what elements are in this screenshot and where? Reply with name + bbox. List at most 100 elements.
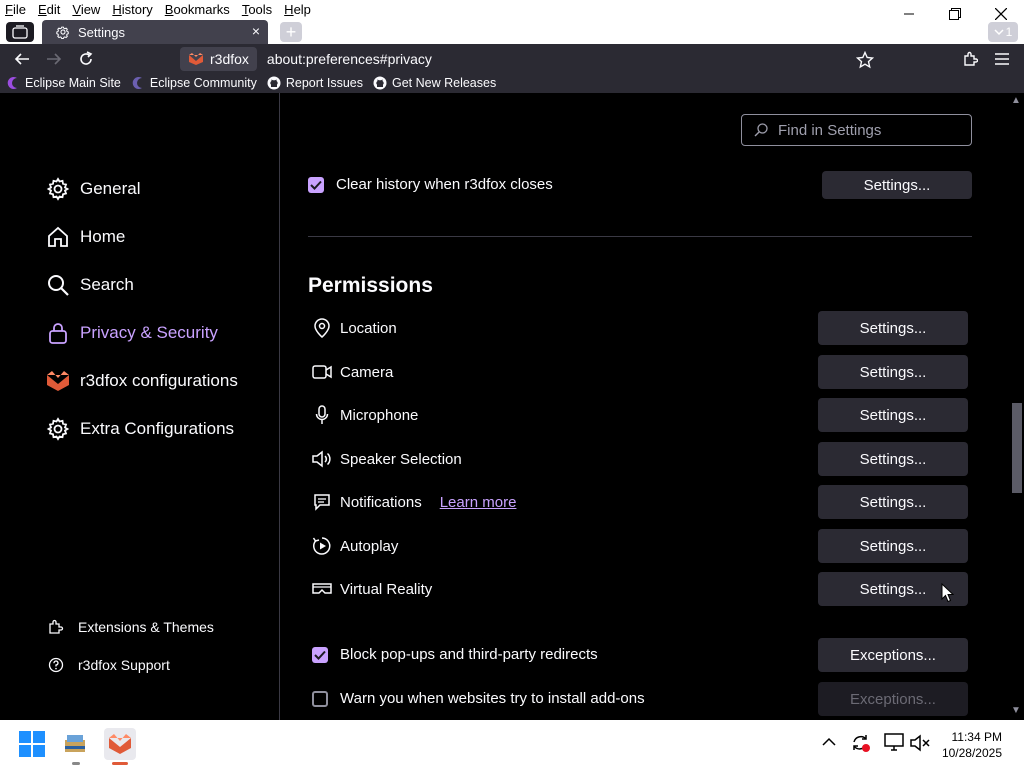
r3dfox-logo-icon bbox=[46, 369, 70, 393]
notification-icon bbox=[312, 492, 332, 512]
permission-row-speaker-selection: Speaker Selection bbox=[312, 449, 462, 469]
show-hidden-icons-button[interactable] bbox=[822, 734, 836, 752]
tab-settings[interactable]: Settings × bbox=[42, 20, 268, 44]
tray-display-icon[interactable] bbox=[884, 733, 904, 756]
menu-history[interactable]: History bbox=[106, 0, 158, 20]
tab-list-icon bbox=[12, 25, 28, 39]
checkmark-icon bbox=[314, 650, 326, 660]
speaker-selection-settings-button[interactable]: Settings... bbox=[818, 442, 968, 476]
minimize-button[interactable] bbox=[886, 0, 932, 28]
microphone-icon bbox=[312, 405, 332, 425]
autoplay-icon bbox=[312, 536, 332, 556]
restore-button[interactable] bbox=[932, 0, 978, 28]
hamburger-menu-icon bbox=[995, 53, 1009, 65]
block-popups-checkbox[interactable] bbox=[312, 646, 328, 663]
clock-date: 10/28/2025 bbox=[941, 746, 1002, 760]
scroll-up-arrow-icon[interactable]: ▲ bbox=[1011, 95, 1021, 106]
identity-box[interactable]: r3dfox bbox=[180, 47, 257, 71]
menu-file[interactable]: File bbox=[0, 0, 32, 20]
sidebar-extensions-themes-link[interactable]: Extensions & Themes bbox=[48, 619, 214, 635]
sidebar-item-r3dfox-configurations[interactable]: r3dfox configurations bbox=[46, 369, 238, 393]
checkmark-icon bbox=[310, 180, 322, 190]
menu-help[interactable]: Help bbox=[278, 0, 317, 20]
bookmark-eclipse-community[interactable]: Eclipse Community bbox=[131, 76, 257, 90]
camera-settings-button[interactable]: Settings... bbox=[818, 355, 968, 389]
title-bar: File Edit View History Bookmarks Tools H… bbox=[0, 0, 1024, 44]
notifications-learn-more-link[interactable]: Learn more bbox=[440, 494, 517, 511]
back-button[interactable] bbox=[10, 47, 34, 71]
back-arrow-icon bbox=[14, 53, 29, 65]
clear-history-checkbox[interactable] bbox=[308, 176, 324, 193]
gear-icon bbox=[46, 417, 70, 441]
bookmark-get-new-releases[interactable]: Get New Releases bbox=[373, 76, 496, 90]
block-popups-label: Block pop-ups and third-party redirects bbox=[340, 646, 598, 663]
eclipse-logo-icon bbox=[7, 77, 18, 89]
monitor-icon bbox=[884, 733, 904, 751]
menu-tools[interactable]: Tools bbox=[236, 0, 278, 20]
restore-icon bbox=[949, 8, 961, 20]
scroll-thumb[interactable] bbox=[1012, 403, 1022, 493]
sidebar-item-search[interactable]: Search bbox=[46, 273, 134, 297]
sidebar-item-general[interactable]: General bbox=[46, 177, 140, 201]
help-icon bbox=[48, 657, 64, 673]
scroll-down-arrow-icon[interactable]: ▼ bbox=[1011, 705, 1021, 716]
list-all-tabs-button[interactable]: 1 bbox=[988, 22, 1018, 42]
bookmark-star-button[interactable] bbox=[853, 48, 877, 72]
r3dfox-logo-icon bbox=[109, 734, 131, 754]
firefox-view-button[interactable] bbox=[6, 22, 34, 42]
lock-icon bbox=[46, 321, 70, 345]
start-button[interactable] bbox=[16, 728, 48, 760]
tray-sync-icon[interactable] bbox=[851, 733, 871, 758]
block-popups-row: Block pop-ups and third-party redirects bbox=[312, 646, 598, 663]
sidebar-item-home[interactable]: Home bbox=[46, 225, 125, 249]
notifications-settings-button[interactable]: Settings... bbox=[818, 485, 968, 519]
star-icon bbox=[856, 51, 874, 69]
url-bar[interactable]: r3dfox about:preferences#privacy bbox=[180, 46, 890, 72]
settings-page: General Home Search Privacy & Security r… bbox=[0, 93, 1024, 720]
addons-exceptions-button: Exceptions... bbox=[818, 682, 968, 716]
menu-view[interactable]: View bbox=[66, 0, 106, 20]
warn-addons-checkbox[interactable] bbox=[312, 690, 328, 707]
location-settings-button[interactable]: Settings... bbox=[818, 311, 968, 345]
new-tab-button[interactable]: + bbox=[280, 22, 302, 42]
menu-bookmarks[interactable]: Bookmarks bbox=[159, 0, 236, 20]
permission-row-location: Location bbox=[312, 318, 397, 338]
popups-exceptions-button[interactable]: Exceptions... bbox=[818, 638, 968, 672]
puzzle-icon bbox=[964, 51, 978, 66]
taskbar-indicator bbox=[72, 762, 80, 765]
tab-close-button[interactable]: × bbox=[252, 23, 260, 39]
bookmark-report-issues[interactable]: Report Issues bbox=[267, 76, 363, 90]
menu-bar: File Edit View History Bookmarks Tools H… bbox=[0, 0, 317, 20]
taskbar-app-r3dfox[interactable] bbox=[104, 728, 136, 765]
sidebar-item-privacy-security[interactable]: Privacy & Security bbox=[46, 321, 218, 345]
privacy-main-panel: Clear history when r3dfox closes Setting… bbox=[308, 93, 972, 720]
app-menu-button[interactable] bbox=[990, 47, 1014, 71]
taskbar-clock[interactable]: 11:34 PM 10/28/2025 bbox=[942, 729, 1002, 761]
url-text[interactable]: about:preferences#privacy bbox=[267, 51, 432, 67]
permission-row-notifications: Notifications Learn more bbox=[312, 492, 516, 512]
extensions-button[interactable] bbox=[958, 47, 982, 71]
eclipse-logo-icon bbox=[132, 77, 142, 89]
identity-label: r3dfox bbox=[210, 51, 249, 67]
clear-history-settings-button[interactable]: Settings... bbox=[822, 171, 972, 199]
warn-addons-row: Warn you when websites try to install ad… bbox=[312, 690, 645, 707]
gear-icon bbox=[46, 177, 70, 201]
autoplay-settings-button[interactable]: Settings... bbox=[818, 529, 968, 563]
forward-button[interactable] bbox=[42, 47, 66, 71]
taskbar-app-archive[interactable] bbox=[60, 728, 92, 765]
menu-edit[interactable]: Edit bbox=[32, 0, 66, 20]
bookmarks-toolbar: Eclipse Main Site Eclipse Community Repo… bbox=[0, 73, 1024, 93]
github-icon bbox=[267, 76, 281, 90]
bookmark-eclipse-main-site[interactable]: Eclipse Main Site bbox=[6, 76, 121, 90]
page-scrollbar[interactable]: ▲ ▼ bbox=[1008, 93, 1024, 720]
sidebar-item-extra-configurations[interactable]: Extra Configurations bbox=[46, 417, 234, 441]
reload-button[interactable] bbox=[74, 47, 98, 71]
tray-volume-icon[interactable] bbox=[910, 734, 930, 757]
gear-icon bbox=[56, 26, 69, 39]
microphone-settings-button[interactable]: Settings... bbox=[818, 398, 968, 432]
chevron-down-icon bbox=[994, 29, 1004, 36]
sidebar-support-link[interactable]: r3dfox Support bbox=[48, 657, 170, 673]
speaker-muted-icon bbox=[910, 734, 930, 752]
chevron-up-icon bbox=[822, 737, 836, 746]
permission-row-virtual-reality: Virtual Reality bbox=[312, 579, 432, 599]
